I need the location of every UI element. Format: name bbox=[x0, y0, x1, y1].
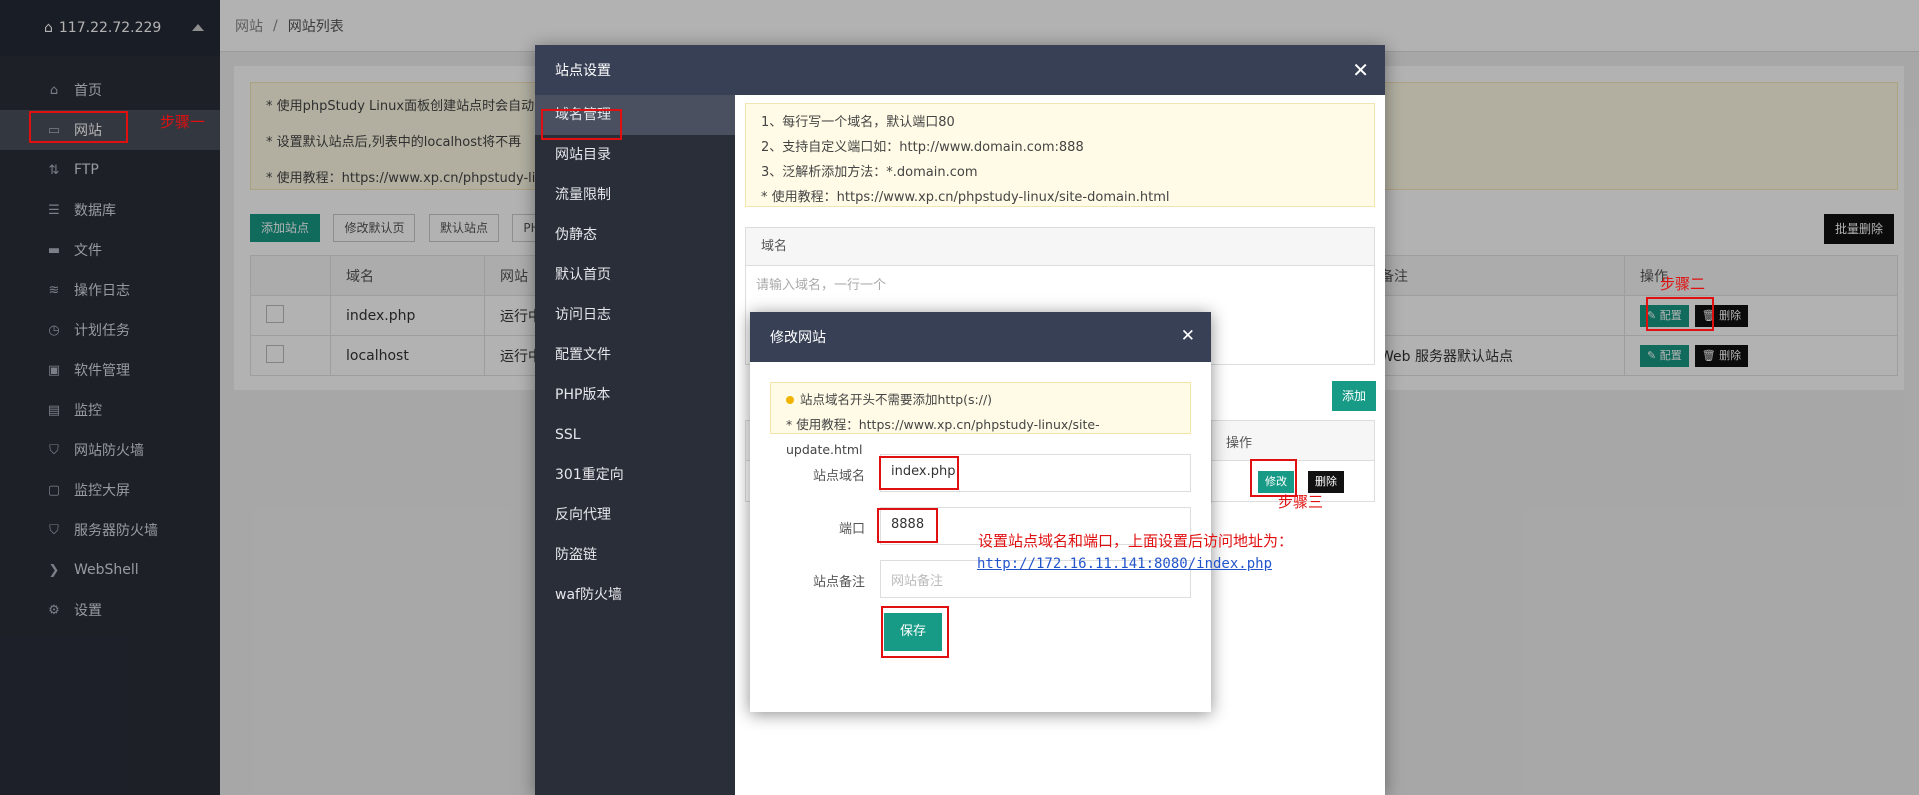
annotation-url[interactable]: http://172.16.11.141:8080/index.php bbox=[977, 556, 1272, 572]
port-label: 端口 bbox=[838, 522, 865, 537]
edit-site-header: 修改网站 ✕ bbox=[750, 312, 1211, 362]
nav-site-dir[interactable]: 网站目录 bbox=[535, 135, 735, 175]
delete-domain-button[interactable]: 删除 bbox=[1308, 471, 1344, 493]
step1-label: 步骤一 bbox=[160, 113, 206, 131]
close-icon[interactable]: ✕ bbox=[1181, 326, 1195, 346]
annotation-box-port-field bbox=[877, 508, 938, 543]
domain-hint: 1、每行写一个域名，默认端口80 2、支持自定义端口如：http://www.d… bbox=[745, 103, 1375, 207]
nav-access-log[interactable]: 访问日志 bbox=[535, 295, 735, 335]
domain-header: 域名 bbox=[746, 228, 1374, 266]
nav-default-index[interactable]: 默认首页 bbox=[535, 255, 735, 295]
site-settings-header: 站点设置 ✕ bbox=[535, 45, 1385, 95]
annotation-note: 设置站点域名和端口，上面设置后访问地址为： bbox=[978, 532, 1294, 550]
nav-reverse-proxy[interactable]: 反向代理 bbox=[535, 495, 735, 535]
nav-config-file[interactable]: 配置文件 bbox=[535, 335, 735, 375]
hint-line: 2、支持自定义端口如：http://www.domain.com:888 bbox=[761, 140, 1084, 155]
nav-waf[interactable]: waf防火墙 bbox=[535, 575, 735, 615]
edit-site-dialog: 修改网站 ✕ 站点域名开头不需要添加http(s://) * 使用教程：http… bbox=[750, 312, 1211, 712]
annotation-box-save bbox=[881, 606, 949, 658]
annotation-box-domain-field bbox=[879, 456, 959, 490]
warning-text: 站点域名开头不需要添加http(s://) bbox=[800, 392, 993, 407]
add-domain-button[interactable]: 添加 bbox=[1332, 381, 1377, 411]
nav-hotlink[interactable]: 防盗链 bbox=[535, 535, 735, 575]
nav-redirect[interactable]: 301重定向 bbox=[535, 455, 735, 495]
dialog-title: 修改网站 bbox=[770, 330, 826, 346]
nav-ssl[interactable]: SSL bbox=[535, 415, 735, 455]
domain-row: 站点域名 index.php bbox=[750, 454, 1211, 494]
nav-php-version[interactable]: PHP版本 bbox=[535, 375, 735, 415]
step3-label: 步骤三 bbox=[1278, 493, 1324, 511]
domain-label: 站点域名 bbox=[812, 469, 865, 484]
hint-line: 1、每行写一个域名，默认端口80 bbox=[761, 115, 955, 130]
nav-traffic-limit[interactable]: 流量限制 bbox=[535, 175, 735, 215]
close-icon[interactable]: ✕ bbox=[1352, 58, 1369, 82]
step2-label: 步骤二 bbox=[1660, 275, 1706, 293]
edit-warning: 站点域名开头不需要添加http(s://) * 使用教程：https://www… bbox=[770, 382, 1191, 457]
nav-rewrite[interactable]: 伪静态 bbox=[535, 215, 735, 255]
hint-line: 3、泛解析添加方法：*.domain.com bbox=[761, 165, 978, 180]
remark-label: 站点备注 bbox=[812, 575, 865, 590]
domain-textarea[interactable]: 请输入域名，一行一个 bbox=[746, 266, 1374, 301]
annotation-box-config bbox=[1646, 297, 1714, 331]
op-header: 操作 bbox=[1226, 436, 1253, 451]
annotation-box-domain-nav bbox=[541, 109, 622, 140]
column-divider bbox=[1211, 421, 1212, 503]
hint-line: * 使用教程：https://www.xp.cn/phpstudy-linux/… bbox=[761, 190, 1170, 205]
annotation-box-website bbox=[29, 111, 128, 143]
warning-dot-icon bbox=[786, 396, 794, 404]
warning-line: 站点域名开头不需要添加http(s://) bbox=[786, 387, 1175, 412]
site-settings-nav: 域名管理 网站目录 流量限制 伪静态 默认首页 访问日志 配置文件 PHP版本 … bbox=[535, 95, 735, 795]
dialog-title: 站点设置 bbox=[555, 63, 611, 79]
